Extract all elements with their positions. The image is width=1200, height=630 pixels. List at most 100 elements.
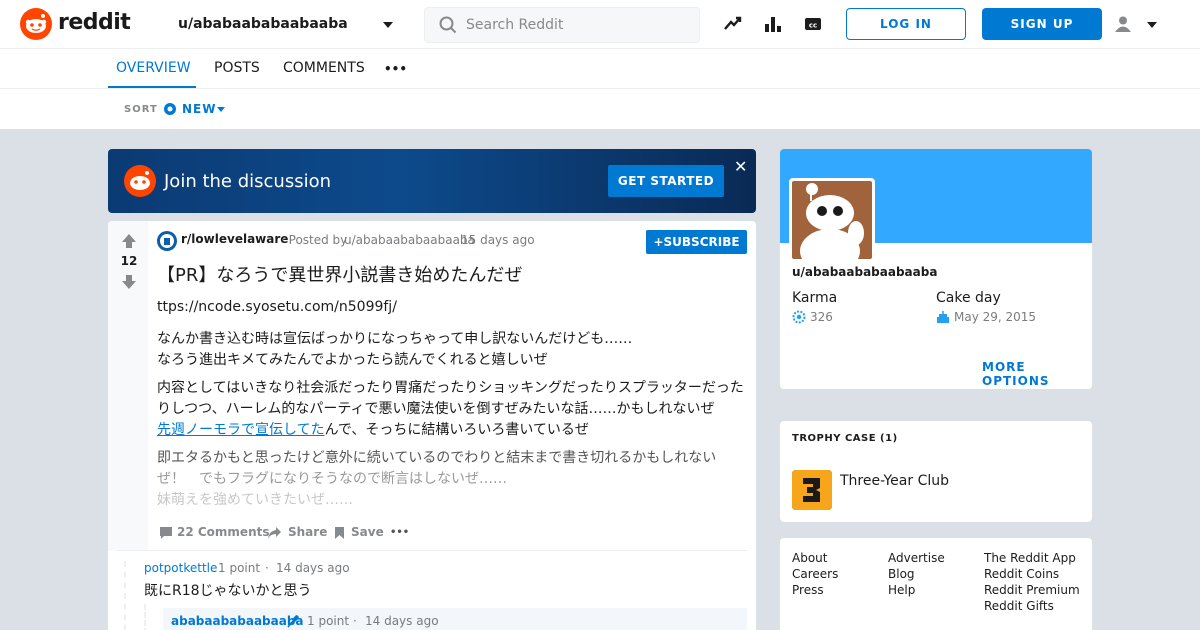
footer-link-advertise[interactable]: Advertise (888, 551, 945, 565)
profile-username: u/ababaababaabaaba (792, 265, 938, 279)
post-inline-link[interactable]: 先週ノーモラで宣伝してた (157, 422, 325, 438)
share-button[interactable]: Share (288, 525, 327, 539)
upvote-arrow-icon[interactable] (121, 233, 137, 249)
reddit-snoo-icon (124, 165, 156, 197)
posted-by-label: · Posted by (281, 233, 348, 247)
new-sort-icon (164, 103, 176, 115)
post-body-line-with-link: 先週ノーモラで宣伝してたんで、そっちに結構いろいろ書いているぜ (157, 419, 589, 439)
sign-up-button[interactable]: SIGN UP (982, 8, 1102, 40)
profile-card: u/ababaababaabaaba Karma 326 Cake day Ma… (780, 149, 1092, 389)
trophy-case-card: TROPHY CASE (1) Three-Year Club (780, 421, 1092, 522)
subscribe-button[interactable]: +SUBSCRIBE (646, 230, 747, 254)
log-in-button[interactable]: LOG IN (846, 8, 966, 40)
comment-icon[interactable] (159, 526, 173, 540)
post-title[interactable]: 【PR】なろうで異世界小説書き始めたんだぜ (157, 261, 522, 287)
subreddit-link[interactable]: r/lowlevelaware (181, 232, 288, 246)
reddit-logo-icon[interactable] (20, 8, 52, 40)
search-icon (439, 16, 457, 34)
trophy-name[interactable]: Three-Year Club (840, 473, 949, 489)
footer-link-about[interactable]: About (792, 551, 827, 565)
banner-title: Join the discussion (164, 171, 332, 192)
footer-link-blog[interactable]: Blog (888, 567, 915, 581)
comment-separator: · (265, 561, 269, 575)
comment-separator: · (353, 614, 357, 628)
avatar (789, 178, 875, 262)
comment-thread-line[interactable] (124, 561, 126, 630)
karma-label: Karma (792, 290, 838, 306)
search-placeholder: Search Reddit (466, 17, 564, 33)
more-tabs-button[interactable]: ••• (384, 62, 407, 76)
stats-icon[interactable] (763, 14, 783, 34)
comment-points: 1 point (307, 614, 350, 628)
cake-day-value: May 29, 2015 (954, 310, 1037, 324)
save-bookmark-icon[interactable] (333, 526, 346, 540)
save-button[interactable]: Save (351, 525, 384, 539)
more-options-button[interactable]: MORE OPTIONS (982, 360, 1092, 388)
sort-new-dropdown[interactable]: NEW (182, 102, 216, 116)
cake-icon (937, 311, 949, 323)
active-tab-underline (108, 86, 196, 88)
tab-posts[interactable]: POSTS (214, 60, 260, 76)
karma-icon (792, 310, 806, 324)
comment-author[interactable]: ababaababaabaaba (171, 614, 304, 628)
sort-chevron-down-icon[interactable] (217, 107, 225, 112)
subscribe-label: SUBSCRIBE (663, 235, 740, 249)
post-body-line: なんか書き込む時は宣伝ばっかりになっちゃって申し訳ないんだけども…… (157, 331, 633, 347)
search-input[interactable]: Search Reddit (424, 7, 700, 43)
share-icon[interactable] (267, 526, 282, 540)
downvote-arrow-icon[interactable] (121, 274, 137, 290)
footer-links-card: About Careers Press Advertise Blog Help … (780, 538, 1092, 630)
post-divider (117, 550, 747, 551)
post-body-line: 妹萌えを強めていきたいぜ…… (157, 492, 353, 508)
get-started-button[interactable]: GET STARTED (608, 165, 724, 197)
comments-button[interactable]: 22 Comments (177, 525, 270, 539)
three-year-club-icon (792, 470, 832, 510)
profile-tabs: OVERVIEW POSTS COMMENTS ••• (0, 49, 1200, 89)
plus-icon: + (653, 235, 664, 249)
post-more-options-button[interactable]: ••• (390, 527, 409, 538)
close-icon[interactable]: ✕ (734, 159, 747, 175)
post-body-line: なろう進出キメてみたんでよかったら読んでくれると嬉しいぜ (157, 352, 548, 368)
user-dropdown-label[interactable]: u/ababaababaabaaba (178, 16, 348, 32)
footer-link-reddit-app[interactable]: The Reddit App (984, 551, 1076, 565)
footer-link-help[interactable]: Help (888, 583, 915, 597)
reddit-wordmark[interactable]: reddit (58, 10, 131, 35)
post-score: 12 (120, 254, 138, 268)
karma-value: 326 (810, 310, 833, 324)
comment-time: 14 days ago (365, 614, 439, 628)
comment-thread-line[interactable] (144, 604, 146, 630)
vote-column: 12 (108, 221, 148, 551)
footer-link-reddit-coins[interactable]: Reddit Coins (984, 567, 1059, 581)
post-body-line: 内容としてはいきなり社会派だったり胃痛だったりショッキングだったりスプラッターだ… (157, 380, 744, 396)
chevron-down-icon[interactable] (383, 22, 393, 28)
post-author-link[interactable]: u/ababaababaabaaba (344, 233, 475, 247)
sort-bar (0, 89, 1200, 129)
footer-link-press[interactable]: Press (792, 583, 824, 597)
op-mic-icon (287, 615, 299, 628)
sort-label: SORT (124, 104, 158, 115)
footer-link-reddit-gifts[interactable]: Reddit Gifts (984, 599, 1054, 613)
top-bar: reddit u/ababaababaabaaba Search Reddit … (0, 0, 1200, 49)
post-body-line: りしつつ、ハーレム的なパーティで悪い魔法使いを倒すぜみたいな話……かもしれないぜ (157, 401, 715, 417)
post-body-line: ttps://ncode.syosetu.com/n5099fj/ (157, 299, 397, 315)
trending-icon[interactable] (723, 14, 743, 34)
tab-overview[interactable]: OVERVIEW (116, 60, 191, 76)
comment-text: 既にR18じゃないかと思う (144, 583, 312, 599)
footer-link-reddit-premium[interactable]: Reddit Premium (984, 583, 1080, 597)
post-card: 12 r/lowlevelaware · Posted by u/ababaab… (108, 221, 756, 630)
comment-time: 14 days ago (276, 561, 350, 575)
closed-caption-icon[interactable]: cc (803, 14, 823, 34)
post-body-text: んで、そっちに結構いろいろ書いているぜ (324, 422, 589, 438)
footer-link-careers[interactable]: Careers (792, 567, 838, 581)
comment-author[interactable]: potpotkettle (144, 561, 217, 575)
user-avatar-icon[interactable] (1114, 15, 1132, 33)
post-time: 15 days ago (461, 233, 535, 247)
trophy-case-header: TROPHY CASE (1) (792, 433, 898, 444)
tab-comments[interactable]: COMMENTS (283, 60, 365, 76)
user-menu-chevron-icon[interactable] (1147, 22, 1157, 28)
snoo-avatar-icon (800, 183, 864, 259)
svg-text:cc: cc (809, 22, 817, 30)
join-discussion-banner: Join the discussion GET STARTED ✕ (108, 149, 756, 213)
post-body-line: 即エタるかもと思ったけど意外に続いているのでわりと結末まで書き切れるかもしれない (157, 450, 717, 466)
subreddit-icon[interactable] (157, 231, 177, 251)
